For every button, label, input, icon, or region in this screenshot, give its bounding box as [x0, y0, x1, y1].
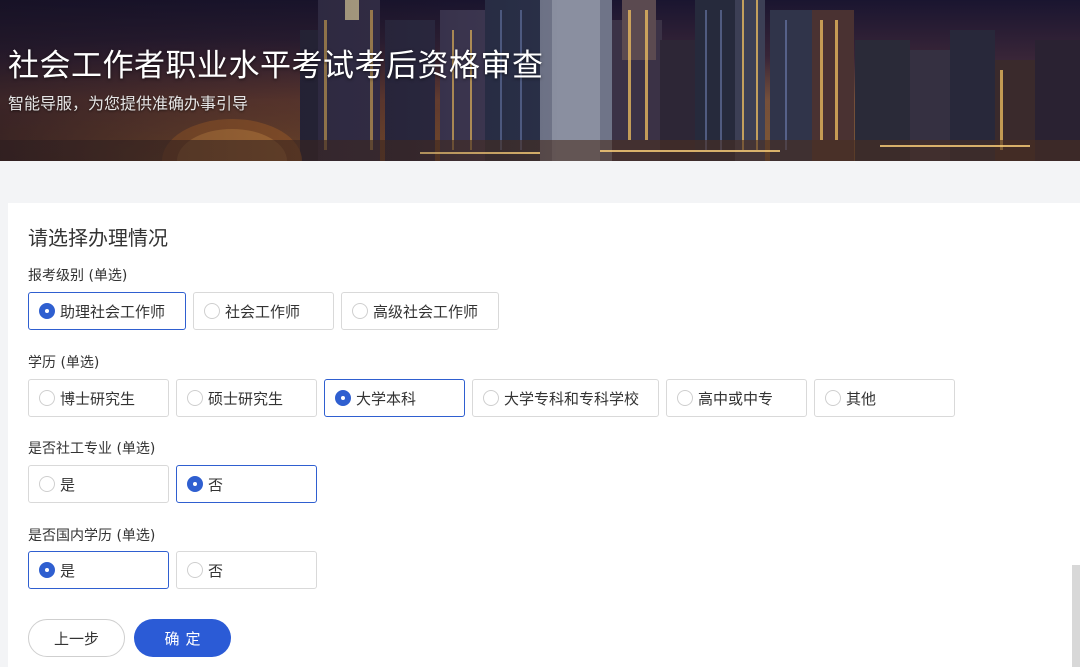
group-label-domestic-degree: 是否国内学历 (单选) — [28, 528, 156, 544]
group-label-social-work-major: 是否社工专业 (单选) — [28, 441, 156, 457]
option-label: 是 — [60, 561, 76, 580]
section-title: 请选择办理情况 — [28, 226, 168, 250]
option-masters[interactable]: 硕士研究生 — [176, 379, 317, 417]
radio-unchecked-icon — [677, 390, 693, 406]
radio-checked-icon — [39, 562, 55, 578]
option-phd[interactable]: 博士研究生 — [28, 379, 169, 417]
prev-step-button[interactable]: 上一步 — [28, 619, 125, 657]
radio-unchecked-icon — [483, 390, 499, 406]
page-subtitle: 智能导服，为您提供准确办事引导 — [8, 94, 249, 113]
option-major-no[interactable]: 否 — [176, 465, 317, 503]
option-senior-social-worker[interactable]: 高级社会工作师 — [341, 292, 499, 330]
radio-checked-icon — [187, 476, 203, 492]
option-label: 其他 — [846, 389, 877, 408]
option-major-yes[interactable]: 是 — [28, 465, 169, 503]
option-junior-college[interactable]: 大学专科和专科学校 — [472, 379, 659, 417]
option-label: 大学专科和专科学校 — [504, 389, 640, 408]
form-card: 请选择办理情况 报考级别 (单选) 助理社会工作师 社会工作师 高级社会工作师 … — [8, 203, 1080, 667]
radio-unchecked-icon — [187, 562, 203, 578]
radio-checked-icon — [335, 390, 351, 406]
option-label: 博士研究生 — [60, 389, 136, 408]
group-label-education: 学历 (单选) — [28, 355, 100, 371]
option-domestic-yes[interactable]: 是 — [28, 551, 169, 589]
option-label: 助理社会工作师 — [60, 302, 166, 321]
group-label-exam-level: 报考级别 (单选) — [28, 268, 128, 284]
header-banner: 社会工作者职业水平考试考后资格审查 智能导服，为您提供准确办事引导 — [0, 0, 1080, 161]
option-label: 否 — [208, 561, 224, 580]
option-label: 社会工作师 — [225, 302, 301, 321]
option-bachelor[interactable]: 大学本科 — [324, 379, 465, 417]
radio-unchecked-icon — [204, 303, 220, 319]
option-domestic-no[interactable]: 否 — [176, 551, 317, 589]
option-social-worker[interactable]: 社会工作师 — [193, 292, 334, 330]
radio-unchecked-icon — [352, 303, 368, 319]
radio-unchecked-icon — [825, 390, 841, 406]
option-other[interactable]: 其他 — [814, 379, 955, 417]
option-label: 是 — [60, 475, 76, 494]
option-label: 硕士研究生 — [208, 389, 284, 408]
radio-checked-icon — [39, 303, 55, 319]
option-label: 大学本科 — [356, 389, 417, 408]
radio-unchecked-icon — [187, 390, 203, 406]
radio-unchecked-icon — [39, 390, 55, 406]
page-title: 社会工作者职业水平考试考后资格审查 — [8, 48, 544, 84]
option-label: 高中或中专 — [698, 389, 774, 408]
option-label: 否 — [208, 475, 224, 494]
radio-unchecked-icon — [39, 476, 55, 492]
option-label: 高级社会工作师 — [373, 302, 479, 321]
confirm-button[interactable]: 确定 — [134, 619, 231, 657]
option-assistant-social-worker[interactable]: 助理社会工作师 — [28, 292, 186, 330]
scrollbar-edge — [1072, 565, 1080, 667]
option-high-school[interactable]: 高中或中专 — [666, 379, 807, 417]
